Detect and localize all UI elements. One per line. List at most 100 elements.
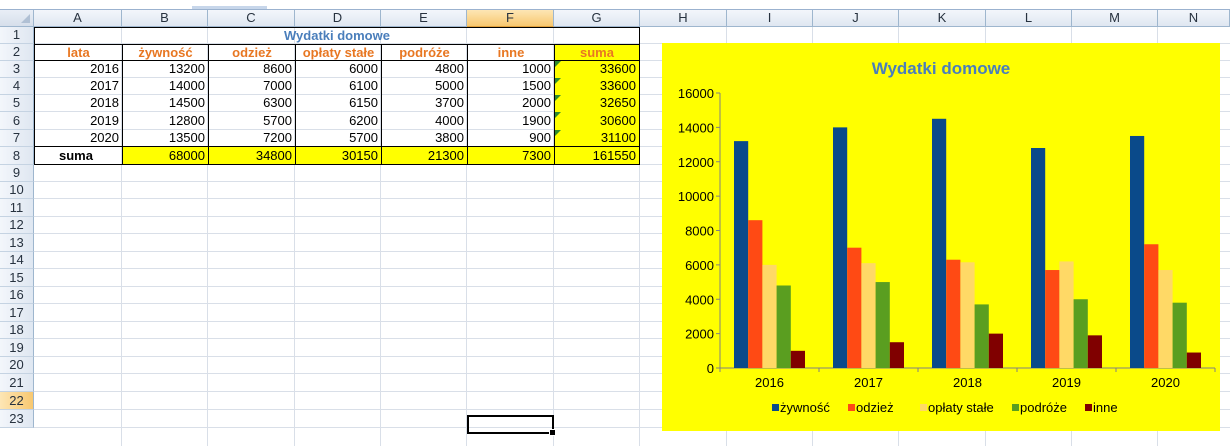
data-cell[interactable]: 3700	[381, 95, 467, 112]
legend-label-żywność: żywność	[780, 400, 830, 415]
data-cell[interactable]: 4000	[381, 112, 467, 130]
data-cell[interactable]: 30600	[554, 112, 640, 130]
data-cell[interactable]: 2017	[34, 78, 122, 95]
legend-label-opłaty stałe: opłaty stałe	[928, 400, 994, 415]
row-header-3[interactable]: 3	[0, 61, 34, 78]
legend-swatch-opłaty stałe	[920, 404, 927, 411]
column-header-B[interactable]: B	[122, 10, 208, 27]
data-cell[interactable]: 32650	[554, 95, 640, 112]
totals-cell[interactable]: 7300	[467, 147, 554, 165]
column-header-J[interactable]: J	[813, 10, 899, 27]
data-cell[interactable]: 3800	[381, 130, 467, 147]
data-cell[interactable]: 2016	[34, 61, 122, 78]
header-cell-2[interactable]: odzież	[208, 44, 295, 61]
y-tick-label: 16000	[678, 86, 714, 101]
row-header-8[interactable]: 8	[0, 147, 34, 165]
column-header-A[interactable]: A	[34, 10, 122, 27]
data-cell[interactable]: 6300	[208, 95, 295, 112]
row-header-6[interactable]: 6	[0, 112, 34, 130]
data-cell[interactable]: 14500	[122, 95, 208, 112]
row-header-23[interactable]: 23	[0, 410, 34, 428]
row-header-17[interactable]: 17	[0, 304, 34, 322]
column-header-L[interactable]: L	[986, 10, 1072, 27]
column-header-H[interactable]: H	[640, 10, 727, 27]
column-header-K[interactable]: K	[899, 10, 986, 27]
row-header-4[interactable]: 4	[0, 78, 34, 95]
row-header-18[interactable]: 18	[0, 322, 34, 339]
header-cell-1[interactable]: żywność	[122, 44, 208, 61]
data-cell[interactable]: 5000	[381, 78, 467, 95]
column-header-C[interactable]: C	[208, 10, 295, 27]
data-cell[interactable]: 6100	[295, 78, 381, 95]
column-header-N[interactable]: N	[1158, 10, 1230, 27]
data-cell[interactable]: 5700	[208, 112, 295, 130]
bar-inne-2016	[790, 350, 805, 368]
data-cell[interactable]: 13500	[122, 130, 208, 147]
header-cell-3[interactable]: opłaty stałe	[295, 44, 381, 61]
row-header-11[interactable]: 11	[0, 199, 34, 217]
row-header-19[interactable]: 19	[0, 339, 34, 357]
column-header-G[interactable]: G	[554, 10, 640, 27]
data-cell[interactable]: 2019	[34, 112, 122, 130]
header-cell-0[interactable]: lata	[34, 44, 122, 61]
row-header-13[interactable]: 13	[0, 234, 34, 252]
data-cell[interactable]: 4800	[381, 61, 467, 78]
bar-podróże-2018	[974, 304, 989, 368]
row-header-15[interactable]: 15	[0, 269, 34, 287]
data-cell[interactable]: 33600	[554, 78, 640, 95]
row-header-12[interactable]: 12	[0, 217, 34, 234]
data-cell[interactable]: 2000	[467, 95, 554, 112]
row-header-16[interactable]: 16	[0, 287, 34, 304]
row-header-10[interactable]: 10	[0, 182, 34, 199]
select-all-corner[interactable]	[0, 10, 34, 27]
data-cell[interactable]: 13200	[122, 61, 208, 78]
row-header-20[interactable]: 20	[0, 357, 34, 374]
header-cell-6[interactable]: suma	[554, 44, 640, 61]
row-header-9[interactable]: 9	[0, 165, 34, 182]
bar-żywność-2016	[734, 141, 749, 368]
totals-label-cell[interactable]: suma	[34, 147, 122, 165]
active-cell-selection[interactable]	[467, 415, 556, 436]
data-cell[interactable]: 6200	[295, 112, 381, 130]
row-header-21[interactable]: 21	[0, 374, 34, 392]
row-header-14[interactable]: 14	[0, 252, 34, 269]
data-cell[interactable]: 1500	[467, 78, 554, 95]
totals-cell[interactable]: 21300	[381, 147, 467, 165]
data-cell[interactable]: 7000	[208, 78, 295, 95]
data-cell[interactable]: 12800	[122, 112, 208, 130]
row-header-1[interactable]: 1	[0, 27, 34, 44]
row-header-22[interactable]: 22	[0, 392, 34, 410]
data-cell[interactable]: 900	[467, 130, 554, 147]
data-cell[interactable]: 8600	[208, 61, 295, 78]
data-cell[interactable]: 1900	[467, 112, 554, 130]
fill-handle[interactable]	[549, 429, 556, 436]
data-cell[interactable]: 7200	[208, 130, 295, 147]
row-header-7[interactable]: 7	[0, 130, 34, 147]
data-cell[interactable]: 2020	[34, 130, 122, 147]
sheet-title-cell[interactable]: Wydatki domowe	[34, 27, 640, 44]
embedded-chart[interactable]: Wydatki domowe 0 2000 4000 6000 8000 10000 120…	[662, 43, 1220, 431]
column-header-D[interactable]: D	[295, 10, 381, 27]
column-header-M[interactable]: M	[1072, 10, 1158, 27]
data-cell[interactable]: 2018	[34, 95, 122, 112]
totals-cell[interactable]: 34800	[208, 147, 295, 165]
data-cell[interactable]: 6000	[295, 61, 381, 78]
row-header-2[interactable]: 2	[0, 44, 34, 61]
data-cell[interactable]: 14000	[122, 78, 208, 95]
x-category-label: 2018	[953, 375, 982, 390]
totals-cell[interactable]: 68000	[122, 147, 208, 165]
row-header-5[interactable]: 5	[0, 95, 34, 112]
column-header-I[interactable]: I	[727, 10, 813, 27]
header-cell-4[interactable]: podróże	[381, 44, 467, 61]
header-cell-5[interactable]: inne	[467, 44, 554, 61]
totals-cell[interactable]: 161550	[554, 147, 640, 165]
bar-odzież-2019	[1045, 270, 1060, 368]
column-header-E[interactable]: E	[381, 10, 467, 27]
data-cell[interactable]: 6150	[295, 95, 381, 112]
column-header-F[interactable]: F	[467, 10, 554, 27]
data-cell[interactable]: 33600	[554, 61, 640, 78]
totals-cell[interactable]: 30150	[295, 147, 381, 165]
data-cell[interactable]: 31100	[554, 130, 640, 147]
data-cell[interactable]: 5700	[295, 130, 381, 147]
data-cell[interactable]: 1000	[467, 61, 554, 78]
